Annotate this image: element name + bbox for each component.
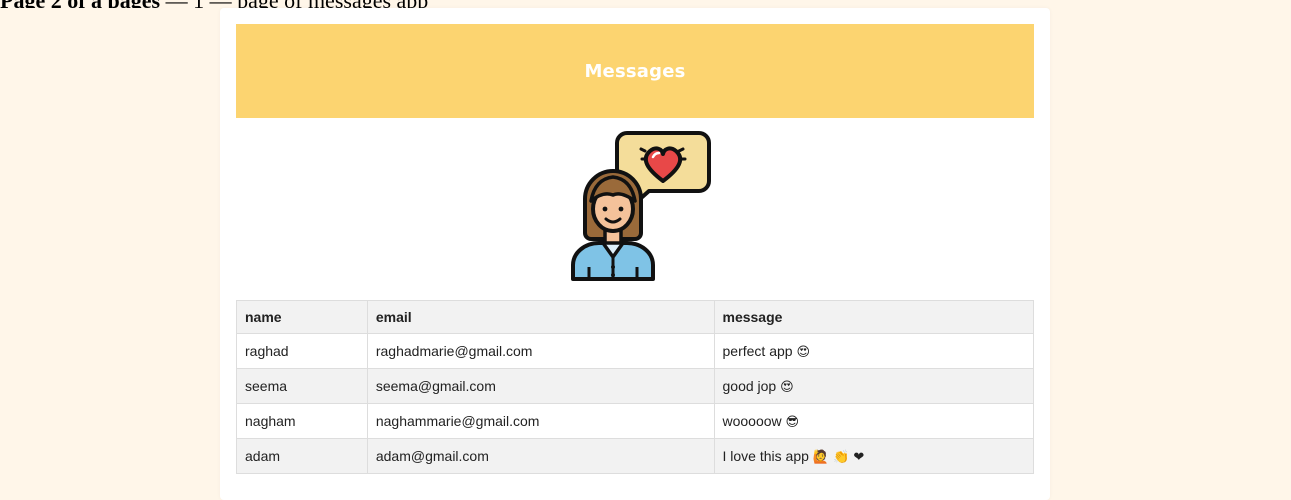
cell-message: perfect app 😍: [713, 333, 1034, 369]
message-emoji: 😍: [796, 344, 811, 360]
table-row: raghad raghadmarie@gmail.com perfect app…: [236, 333, 1034, 369]
message-emoji: 😍: [780, 379, 794, 395]
cell-message: wooooow 😎: [713, 403, 1034, 439]
message-emoji: 🙋 👏 ❤: [812, 449, 865, 465]
top-text-bold: Page 2 of a pages: [0, 0, 160, 8]
cell-name: adam: [236, 438, 368, 474]
cell-email: adam@gmail.com: [366, 438, 715, 474]
cell-name: seema: [236, 368, 368, 404]
person-with-heart-speech-bubble-icon: [571, 131, 711, 281]
message-text: wooooow: [722, 412, 782, 429]
cell-email: seema@gmail.com: [366, 368, 715, 404]
cell-message: I love this app 🙋 👏 ❤: [713, 438, 1034, 474]
page-title: Messages: [584, 60, 686, 82]
message-emoji: 😎: [785, 414, 800, 430]
cell-email: raghadmarie@gmail.com: [366, 333, 715, 369]
message-text: good jop: [722, 377, 777, 394]
column-header-name: name: [236, 300, 368, 334]
cell-name: nagham: [236, 403, 368, 439]
table-header-row: name email message: [236, 300, 1034, 334]
table-row: seema seema@gmail.com good jop 😍: [236, 368, 1034, 404]
column-header-message: message: [713, 300, 1034, 334]
table-row: adam adam@gmail.com I love this app 🙋 👏 …: [236, 438, 1034, 474]
message-text: I love this app: [722, 447, 809, 464]
cell-message: good jop 😍: [713, 368, 1034, 404]
cell-name: raghad: [236, 333, 368, 369]
column-header-email: email: [366, 300, 715, 334]
top-text-rest: — 1 — page of messages app: [160, 0, 429, 8]
messages-card: Messages name email message raghad ragha…: [220, 8, 1050, 500]
cell-email: naghammarie@gmail.com: [366, 403, 715, 439]
messages-header: Messages: [236, 24, 1034, 118]
message-text: perfect app: [722, 342, 793, 359]
messages-table: name email message raghad raghadmarie@gm…: [236, 300, 1034, 474]
table-row: nagham naghammarie@gmail.com wooooow 😎: [236, 403, 1034, 439]
partial-top-text: Page 2 of a pages — 1 — page of messages…: [0, 0, 700, 8]
